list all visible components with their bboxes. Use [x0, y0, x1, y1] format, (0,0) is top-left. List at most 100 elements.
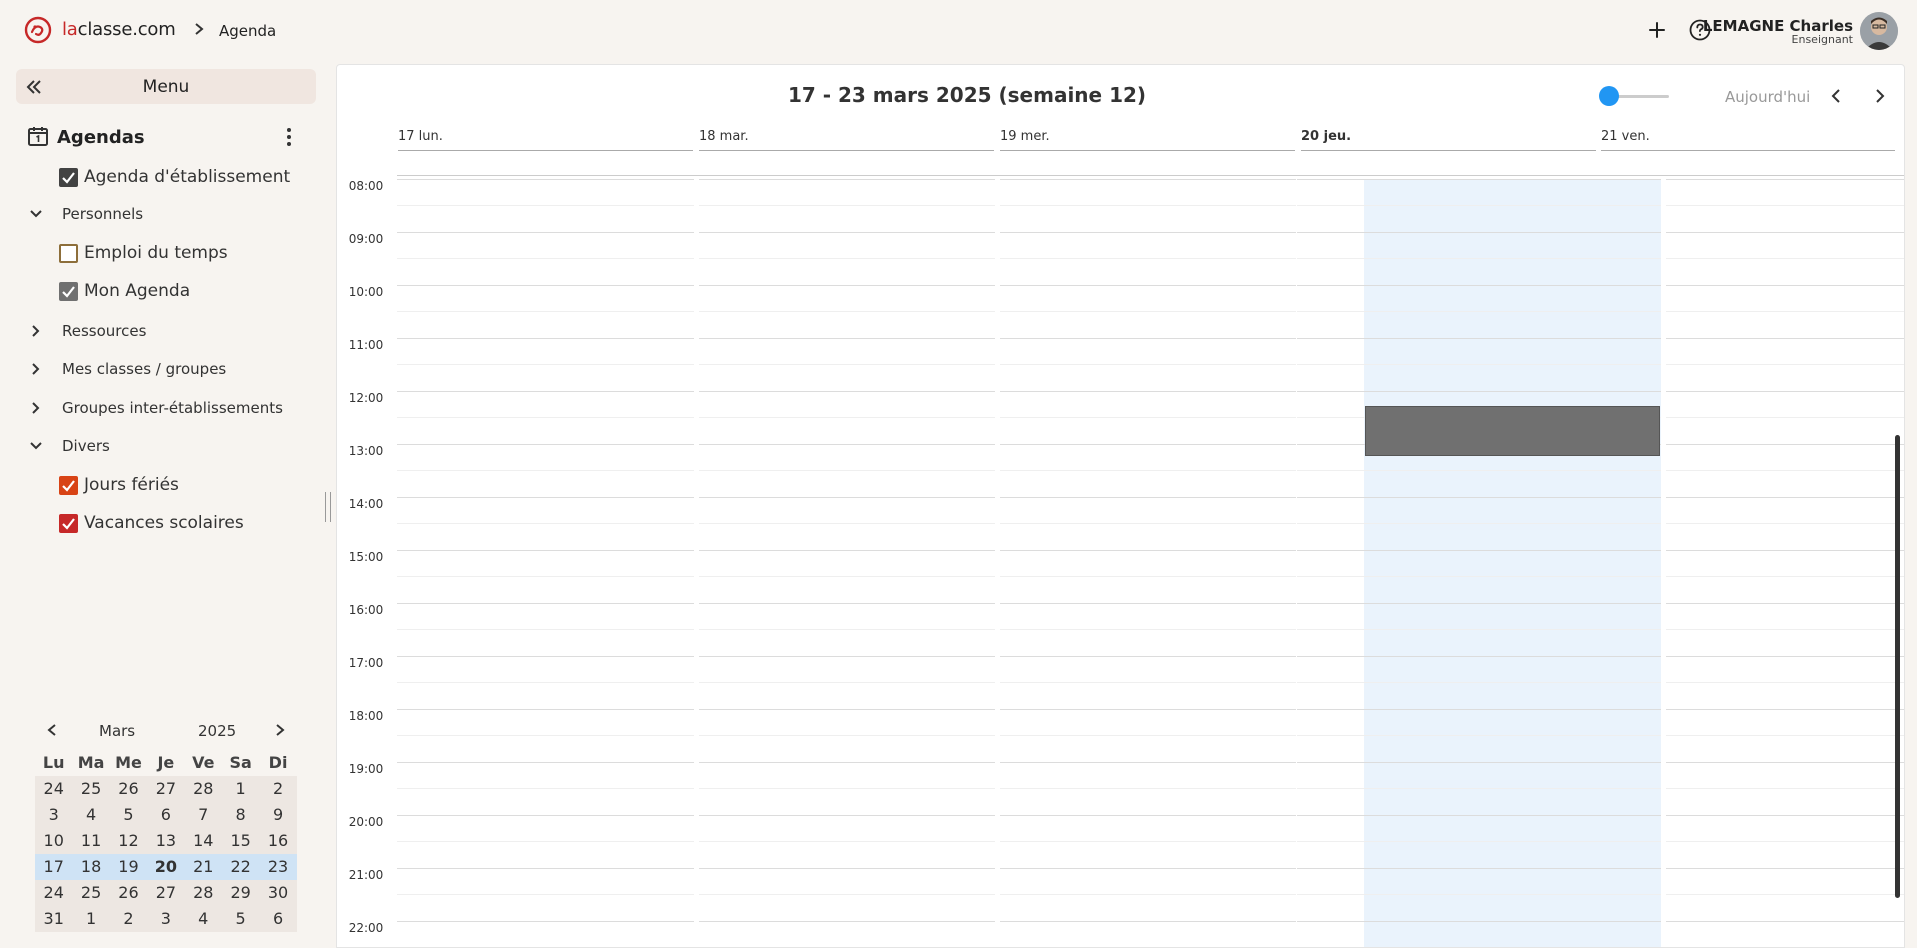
- mini-calendar-day[interactable]: 10: [35, 828, 73, 854]
- mini-calendar-day[interactable]: 13: [147, 828, 185, 854]
- mini-calendar-day[interactable]: 27: [147, 776, 185, 802]
- mini-calendar-day[interactable]: 6: [259, 906, 297, 932]
- chevron-down-icon[interactable]: [27, 205, 45, 223]
- mini-calendar-today[interactable]: 20: [147, 854, 185, 880]
- mes-classes-group[interactable]: Mes classes / groupes: [0, 358, 320, 382]
- personnels-group[interactable]: Personnels: [0, 203, 320, 227]
- emploi-du-temps-checkbox[interactable]: [59, 244, 78, 263]
- avatar[interactable]: [1860, 12, 1898, 50]
- mini-calendar-day[interactable]: 9: [259, 802, 297, 828]
- mini-calendar-day[interactable]: 28: [184, 776, 222, 802]
- mini-calendar-year[interactable]: 2025: [198, 722, 236, 740]
- mini-calendar-day[interactable]: 28: [184, 880, 222, 906]
- day-separator: [1661, 179, 1666, 947]
- vacances-scolaires-item[interactable]: Vacances scolaires: [0, 513, 320, 537]
- half-hour-line: [397, 629, 1904, 630]
- mini-calendar-day[interactable]: 15: [221, 828, 260, 854]
- mon-agenda-item[interactable]: Mon Agenda: [0, 281, 320, 305]
- mini-calendar-day[interactable]: 3: [147, 906, 185, 932]
- divers-group[interactable]: Divers: [0, 435, 320, 459]
- vertical-scrollbar[interactable]: [1895, 435, 1900, 898]
- jours-feries-label: Jours fériés: [84, 475, 179, 495]
- half-hour-line: [397, 258, 1904, 259]
- hour-label: 17:00: [348, 656, 384, 670]
- day-header-wed[interactable]: 19 mer.: [1000, 129, 1295, 151]
- logo-icon[interactable]: [23, 15, 53, 45]
- mini-calendar-day[interactable]: 12: [109, 828, 148, 854]
- mini-calendar-day[interactable]: 24: [35, 880, 73, 906]
- chevron-left-icon[interactable]: [1828, 87, 1844, 105]
- chevron-right-icon[interactable]: [1872, 87, 1888, 105]
- mini-calendar-day[interactable]: 22: [221, 854, 260, 880]
- day-header-mon[interactable]: 17 lun.: [398, 129, 693, 151]
- mini-calendar-day[interactable]: 1: [72, 906, 110, 932]
- day-header-tue[interactable]: 18 mar.: [699, 129, 994, 151]
- day-header-thu[interactable]: 20 jeu.: [1301, 129, 1596, 151]
- top-header: laclasse.com Agenda LEMAGNE Charles Ense…: [0, 0, 1917, 62]
- mini-calendar-day[interactable]: 24: [35, 776, 73, 802]
- mini-calendar-day[interactable]: 1: [221, 776, 260, 802]
- mini-calendar-day[interactable]: 6: [147, 802, 185, 828]
- mon-agenda-checkbox[interactable]: [59, 282, 78, 301]
- plus-icon[interactable]: [1645, 18, 1669, 42]
- mini-calendar-day[interactable]: 23: [259, 854, 297, 880]
- mini-calendar-day[interactable]: 19: [109, 854, 148, 880]
- mini-calendar-day[interactable]: 4: [72, 802, 110, 828]
- mini-calendar-day[interactable]: 25: [72, 880, 110, 906]
- mini-calendar-day[interactable]: 11: [72, 828, 110, 854]
- mini-calendar-day[interactable]: 29: [221, 880, 260, 906]
- brand-name[interactable]: laclasse.com: [62, 19, 176, 40]
- mini-calendar-day[interactable]: 25: [72, 776, 110, 802]
- chevron-left-icon[interactable]: [45, 722, 59, 738]
- mini-calendar-day[interactable]: 2: [109, 906, 148, 932]
- mini-calendar-month[interactable]: Mars: [99, 722, 135, 740]
- mini-calendar-day[interactable]: 26: [109, 776, 148, 802]
- jours-feries-item[interactable]: Jours fériés: [0, 475, 320, 499]
- chevron-right-icon[interactable]: [273, 722, 287, 738]
- mini-calendar-week[interactable]: 3 4 5 6 7 8 9: [35, 802, 297, 828]
- time-grid[interactable]: [397, 179, 1904, 947]
- mini-calendar-day[interactable]: 18: [72, 854, 110, 880]
- calendar-event[interactable]: [1365, 406, 1660, 456]
- day-header-fri[interactable]: 21 ven.: [1601, 129, 1895, 151]
- mini-calendar-week[interactable]: 10 11 12 13 14 15 16: [35, 828, 297, 854]
- emploi-du-temps-item[interactable]: Emploi du temps: [0, 243, 320, 267]
- mini-calendar-week[interactable]: 31 1 2 3 4 5 6: [35, 906, 297, 932]
- mini-calendar-day[interactable]: 26: [109, 880, 148, 906]
- chevron-right-icon[interactable]: [27, 322, 45, 340]
- mini-calendar-week[interactable]: 24 25 26 27 28 29 30: [35, 880, 297, 906]
- mini-calendar-day[interactable]: 16: [259, 828, 297, 854]
- groupes-inter-group[interactable]: Groupes inter-établissements: [0, 397, 320, 421]
- sidebar-resize-handle[interactable]: [325, 492, 331, 522]
- chevron-down-icon[interactable]: [27, 437, 45, 455]
- chevron-right-icon[interactable]: [27, 360, 45, 378]
- vacances-scolaires-checkbox[interactable]: [59, 514, 78, 533]
- more-vertical-icon[interactable]: [280, 126, 298, 148]
- mini-calendar-day[interactable]: 8: [221, 802, 260, 828]
- breadcrumb-agenda[interactable]: Agenda: [219, 22, 276, 40]
- half-hour-line: [397, 417, 1904, 418]
- mini-calendar-day[interactable]: 4: [184, 906, 222, 932]
- today-button[interactable]: Aujourd'hui: [1725, 88, 1810, 106]
- agenda-etablissement-item[interactable]: Agenda d'établissement: [0, 167, 320, 191]
- mini-calendar-current-week[interactable]: 17 18 19 20 21 22 23: [35, 854, 297, 880]
- agenda-etablissement-checkbox[interactable]: [59, 168, 78, 187]
- mini-calendar-day[interactable]: 21: [184, 854, 222, 880]
- mini-calendar-day[interactable]: 2: [259, 776, 297, 802]
- mini-calendar-day[interactable]: 5: [109, 802, 148, 828]
- mini-calendar-week[interactable]: 24 25 26 27 28 1 2: [35, 776, 297, 802]
- menu-title[interactable]: Menu: [16, 77, 316, 97]
- jours-feries-checkbox[interactable]: [59, 476, 78, 495]
- mini-calendar-day[interactable]: 3: [35, 802, 73, 828]
- menu-bar: Menu: [16, 69, 316, 104]
- mini-calendar-day[interactable]: 17: [35, 854, 73, 880]
- ressources-group[interactable]: Ressources: [0, 320, 320, 344]
- zoom-slider-handle[interactable]: [1599, 86, 1619, 106]
- mini-calendar-day[interactable]: 31: [35, 906, 73, 932]
- mini-calendar-day[interactable]: 27: [147, 880, 185, 906]
- chevron-right-icon[interactable]: [27, 399, 45, 417]
- mini-calendar-day[interactable]: 7: [184, 802, 222, 828]
- mini-calendar-day[interactable]: 30: [259, 880, 297, 906]
- mini-calendar-day[interactable]: 5: [221, 906, 260, 932]
- mini-calendar-day[interactable]: 14: [184, 828, 222, 854]
